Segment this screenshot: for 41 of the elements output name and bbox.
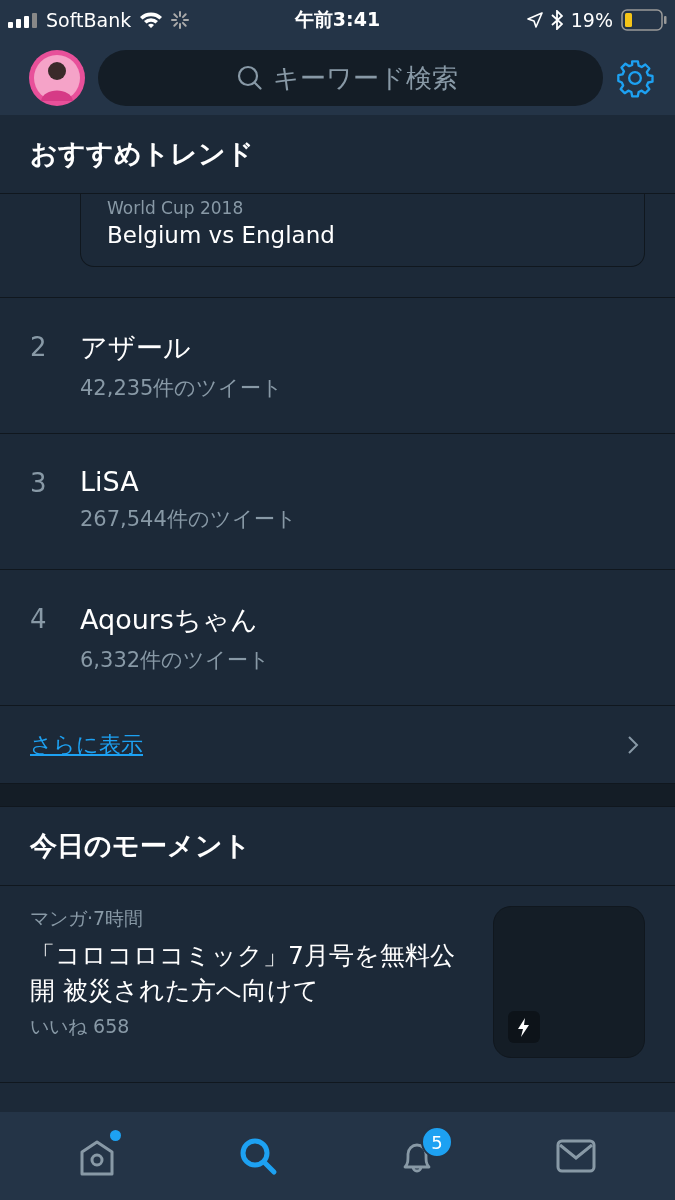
tweet-count: 267,544件のツイート <box>80 506 297 533</box>
battery-icon <box>621 9 667 31</box>
trend-rank: 4 <box>30 603 48 634</box>
event-title: Belgium vs England <box>107 222 336 248</box>
avatar[interactable] <box>28 48 86 107</box>
moment-meta: マンガ·7時間 <box>30 906 145 931</box>
chevron-right-icon[interactable] <box>627 734 639 755</box>
trend-rank: 2 <box>30 331 48 362</box>
event-card[interactable]: World Cup 2018 Belgium vs England <box>80 194 645 267</box>
trend-item[interactable]: 3 LiSA 267,544件のツイート <box>0 434 675 570</box>
moment-item[interactable]: マンガ·7時間 「コロコロコミック」7月号を無料公開 被災された方へ向けて いいね 658 <box>0 886 675 1083</box>
trend-name: Aqoursちゃん <box>80 603 259 637</box>
like-count: いいね 658 <box>30 1014 131 1039</box>
lightning-icon <box>508 1011 540 1043</box>
trend-item[interactable]: 2 アザール 42,235件のツイート <box>0 298 675 434</box>
search-icon <box>238 1136 279 1176</box>
wifi-icon <box>139 11 164 29</box>
section-title: おすすめトレンド <box>30 137 254 171</box>
loading-icon <box>171 11 190 29</box>
location-arrow-icon <box>526 12 543 28</box>
clock-time: 午前3:41 <box>294 7 381 32</box>
trend-name: LiSA <box>80 466 140 497</box>
notification-badge: 5 <box>420 1126 453 1158</box>
trend-rank: 3 <box>30 467 48 498</box>
tweet-count: 6,332件のツイート <box>80 647 271 674</box>
event-category: World Cup 2018 <box>107 198 245 218</box>
moment-title: 「コロコロコミック」7月号を無料公開 被災された方へ向けて <box>30 940 456 1007</box>
search-field[interactable]: キーワード検索 <box>270 61 465 94</box>
signal-icon <box>8 12 38 28</box>
search-icon <box>236 64 263 91</box>
carrier-name: SoftBank <box>46 9 132 31</box>
battery-percent: 19% <box>570 9 613 31</box>
settings-icon[interactable] <box>615 57 655 98</box>
tweet-count: 42,235件のツイート <box>80 375 284 402</box>
search-bar[interactable]: キーワード検索 <box>98 49 603 106</box>
show-more-link[interactable]: さらに表示 <box>30 729 143 760</box>
trend-name: アザール <box>80 331 192 365</box>
trend-item[interactable]: 4 Aqoursちゃん 6,332件のツイート <box>0 570 675 706</box>
envelope-icon <box>555 1139 596 1173</box>
bluetooth-icon <box>550 10 563 30</box>
section-title: 今日のモーメント <box>30 829 251 863</box>
